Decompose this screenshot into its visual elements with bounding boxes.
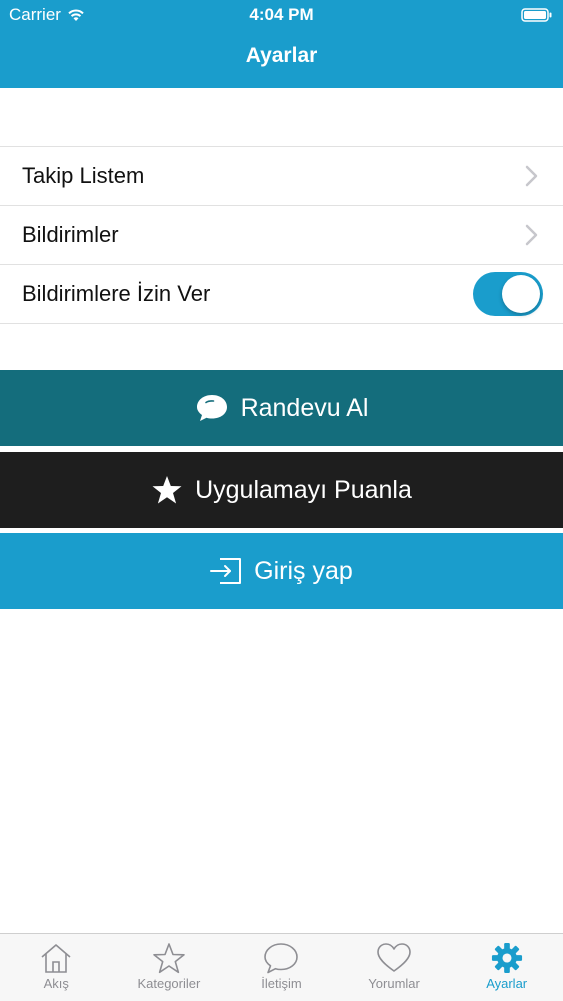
- chat-icon: [264, 943, 299, 974]
- login-icon: [210, 558, 242, 584]
- home-icon: [41, 944, 71, 973]
- chevron-right-icon: [525, 165, 538, 187]
- tab-iletisim[interactable]: İletişim: [225, 934, 338, 1001]
- giris-yap-button[interactable]: Giriş yap: [0, 533, 563, 609]
- tab-ayarlar[interactable]: Ayarlar: [450, 934, 563, 1001]
- giris-yap-label: Giriş yap: [254, 556, 353, 585]
- chat-bubble-icon: [196, 395, 227, 421]
- tab-akis[interactable]: Akış: [0, 934, 113, 1001]
- navigation-bar: Carrier 4:04 PM Ayarlar: [0, 0, 563, 88]
- randevu-al-button[interactable]: Randevu Al: [0, 370, 563, 446]
- page-title: Ayarlar: [245, 44, 318, 67]
- settings-list: Takip Listem Bildirimler Bildirimlere İz…: [0, 146, 563, 324]
- heart-icon: [377, 943, 411, 972]
- uygulamayi-puanla-label: Uygulamayı Puanla: [195, 475, 412, 504]
- tab-label: Kategoriler: [137, 976, 201, 991]
- tab-label: Ayarlar: [486, 976, 528, 991]
- tab-kategoriler[interactable]: Kategoriler: [113, 934, 226, 1001]
- star-icon: [153, 943, 185, 974]
- settings-row-bildirim-izni: Bildirimlere İzin Ver: [0, 265, 563, 324]
- settings-row-label: Bildirimlere İzin Ver: [22, 281, 211, 306]
- uygulamayi-puanla-button[interactable]: Uygulamayı Puanla: [0, 452, 563, 528]
- star-icon: [152, 476, 182, 504]
- tab-yorumlar[interactable]: Yorumlar: [338, 934, 451, 1001]
- tab-label: İletişim: [261, 976, 302, 991]
- battery-icon: [521, 7, 553, 27]
- settings-row-label: Bildirimler: [22, 222, 119, 247]
- settings-row-label: Takip Listem: [22, 163, 145, 188]
- toggle-knob: [502, 275, 540, 313]
- status-bar: Carrier 4:04 PM: [0, 0, 563, 30]
- tab-label: Akış: [43, 976, 69, 991]
- chevron-right-icon: [525, 224, 538, 246]
- tab-bar: Akış Kategoriler İletişim Yorumlar Ayarl…: [0, 933, 563, 1001]
- gear-icon: [491, 942, 522, 974]
- settings-row-bildirimler[interactable]: Bildirimler: [0, 206, 563, 265]
- randevu-al-label: Randevu Al: [240, 393, 369, 422]
- notifications-toggle[interactable]: [473, 272, 543, 316]
- status-time: 4:04 PM: [249, 5, 314, 24]
- tab-label: Yorumlar: [368, 976, 420, 991]
- settings-row-takip-listem[interactable]: Takip Listem: [0, 147, 563, 206]
